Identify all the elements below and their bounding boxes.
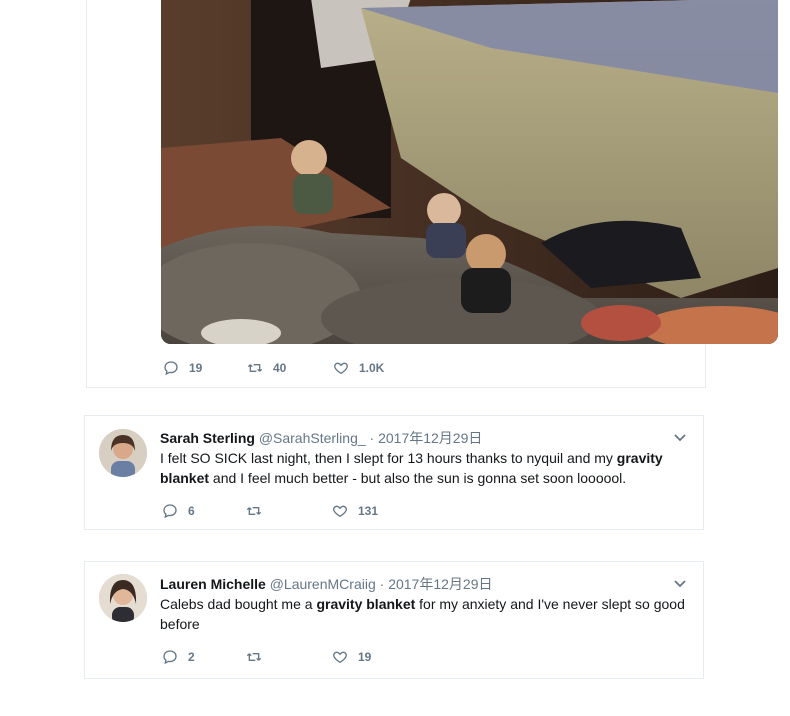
reply-icon [163,650,177,665]
tweet-text-part: and I feel much better - but also the su… [209,470,627,486]
reply-count: 6 [188,504,195,518]
tweet-date[interactable]: 2017年12月29日 [388,576,492,592]
display-name[interactable]: Lauren Michelle [160,576,266,592]
chevron-down-icon[interactable] [673,433,687,443]
separator: · [379,576,385,592]
retweet-count: 40 [273,361,287,375]
tweet-actions: 2 19 [162,649,422,665]
reply-count: 19 [189,361,203,375]
reply-icon [164,361,178,376]
reply-button[interactable]: 6 [162,503,246,519]
chevron-down-icon[interactable] [673,579,687,589]
tweet-photo[interactable] [161,0,778,344]
heart-icon [333,651,347,664]
display-name[interactable]: Sarah Sterling [160,430,255,446]
tweet-date[interactable]: 2017年12月29日 [378,430,482,446]
tweet-header: Sarah Sterling @SarahSterling_ · 2017年12… [160,428,482,448]
reply-button[interactable]: 19 [163,360,247,376]
photo-tweet-card: 19 40 1.0K [86,0,778,388]
avatar[interactable] [99,574,147,622]
tweet-card[interactable]: Lauren Michelle @LaurenMCraiig · 2017年12… [84,561,704,679]
reply-count: 2 [188,650,195,664]
heart-icon [333,505,347,518]
heart-icon [334,362,348,375]
like-count: 1.0K [359,361,385,375]
like-count: 131 [358,504,379,518]
tweet-card[interactable]: Sarah Sterling @SarahSterling_ · 2017年12… [84,415,704,530]
separator: · [369,430,375,446]
retweet-icon [246,507,262,515]
reply-button[interactable]: 2 [162,649,246,665]
retweet-icon [246,653,262,661]
tweet-actions: 6 131 [162,503,422,519]
user-handle[interactable]: @SarahSterling_ [259,430,366,446]
tweet-text-part: I felt SO SICK last night, then I slept … [160,450,617,466]
like-count: 19 [358,650,372,664]
tweet-header: Lauren Michelle @LaurenMCraiig · 2017年12… [160,574,493,594]
like-button[interactable]: 19 [332,649,422,665]
like-button[interactable]: 1.0K [333,360,423,376]
photo-tweet-actions: 19 40 1.0K [163,360,423,376]
tweet-text-bold: gravity blanket [316,596,416,612]
retweet-icon [247,364,263,372]
retweet-button[interactable] [246,503,332,519]
tweet-text: Calebs dad bought me a gravity blanket f… [160,594,695,634]
retweet-button[interactable] [246,649,332,665]
reply-icon [163,504,177,519]
tweet-text-part: Calebs dad bought me a [160,596,317,612]
avatar[interactable] [99,429,147,477]
user-handle[interactable]: @LaurenMCraiig [270,576,376,592]
like-button[interactable]: 131 [332,503,422,519]
tweet-text: I felt SO SICK last night, then I slept … [160,448,695,488]
retweet-button[interactable]: 40 [247,360,333,376]
